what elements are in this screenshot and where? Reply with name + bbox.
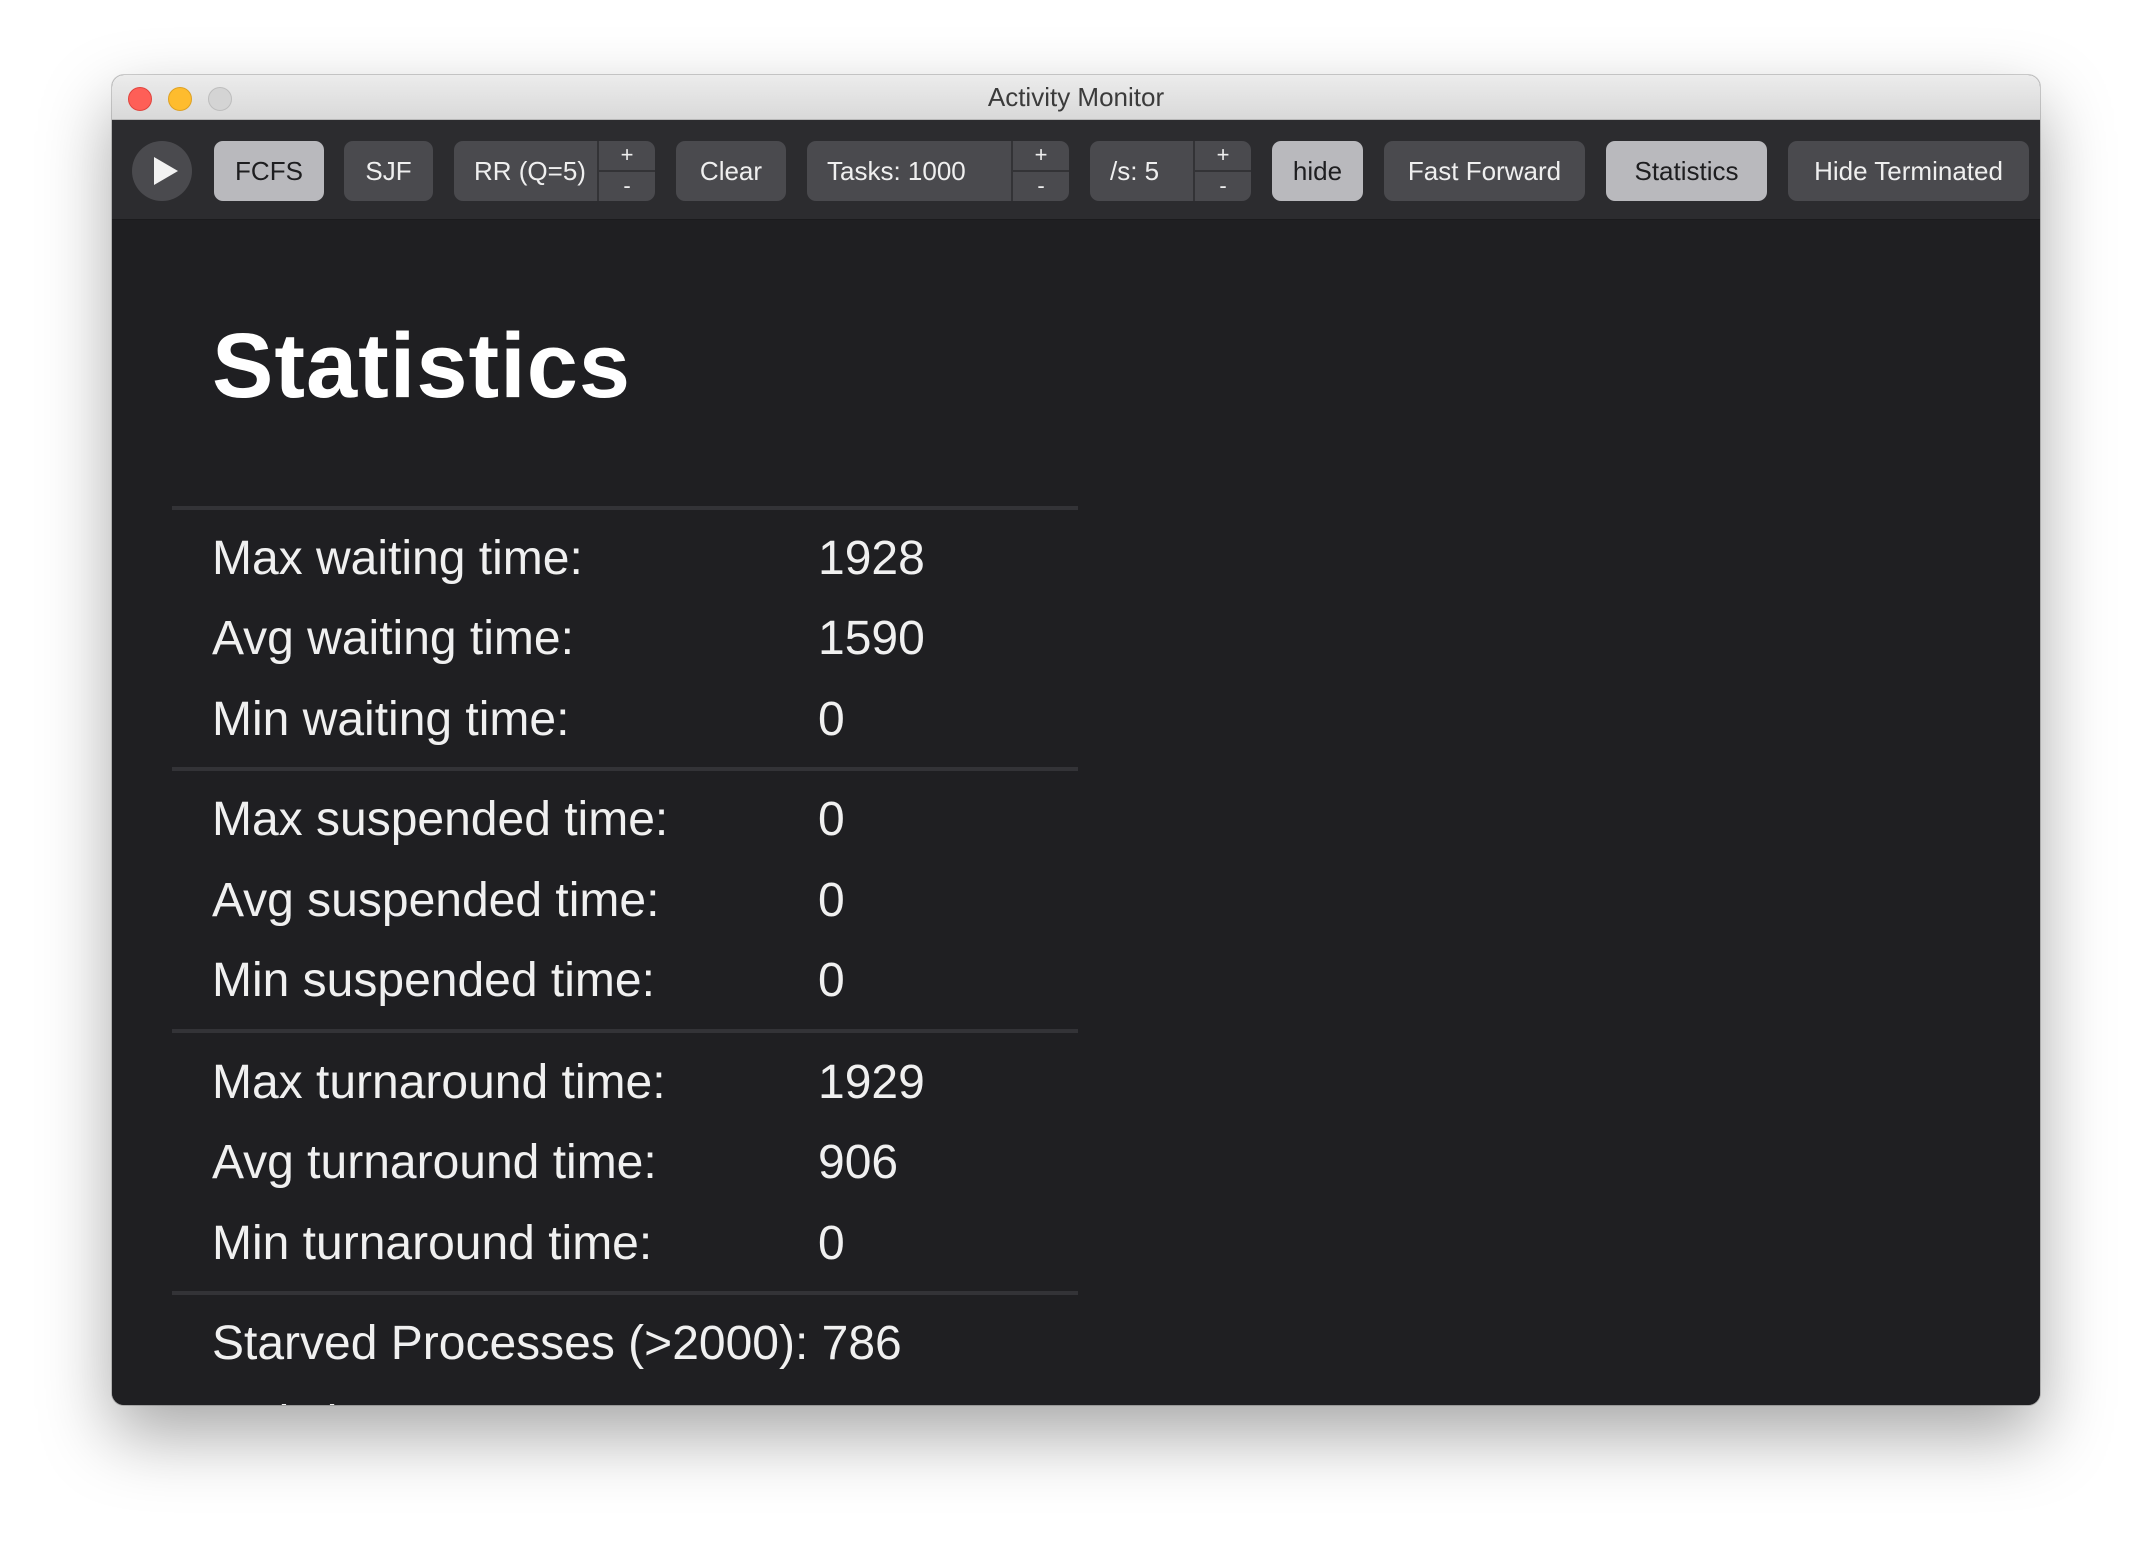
min-suspended-label: Min suspended time: — [212, 954, 655, 1007]
min-suspended-value: 0 — [818, 954, 845, 1007]
tasks-stepper-arrows: + - — [1011, 141, 1069, 201]
max-turnaround-label: Max turnaround time: — [212, 1056, 666, 1109]
rr-quantum-stepper: RR (Q=5) + - — [454, 141, 655, 201]
tasks-stepper: Tasks: 1000 + - — [807, 141, 1069, 201]
rr-button[interactable]: RR (Q=5) — [454, 141, 586, 201]
switches-stat: Switches: 214 — [212, 1394, 511, 1405]
max-suspended-value: 0 — [818, 793, 845, 846]
starved-processes-stat: Starved Processes (>2000): 786 — [212, 1317, 902, 1370]
title-bar: Activity Monitor — [112, 75, 2040, 120]
tasks-count-label: Tasks: 1000 — [827, 156, 966, 186]
statistics-heading: Statistics — [212, 315, 632, 417]
min-turnaround-value: 0 — [818, 1217, 845, 1270]
speed-decrement-button[interactable]: - — [1195, 172, 1251, 201]
avg-suspended-label: Avg suspended time: — [212, 874, 660, 927]
fcfs-button[interactable]: FCFS — [214, 141, 324, 201]
max-suspended-label: Max suspended time: — [212, 793, 669, 846]
section-divider — [172, 1291, 1078, 1295]
speed-label: /s: 5 — [1110, 156, 1160, 186]
app-window: Activity Monitor FCFS SJF RR (Q=5) + - C… — [112, 75, 2040, 1405]
min-waiting-value: 0 — [818, 693, 845, 746]
min-turnaround-label: Min turnaround time: — [212, 1217, 653, 1270]
play-icon — [154, 157, 178, 185]
section-divider — [172, 1029, 1078, 1033]
tasks-decrement-button[interactable]: - — [1013, 172, 1069, 201]
speed-stepper: /s: 5 + - — [1090, 141, 1251, 201]
hide-button[interactable]: hide — [1272, 141, 1363, 201]
avg-turnaround-value: 906 — [818, 1136, 899, 1189]
statistics-panel: Statistics Max waiting time: 1928 Avg wa… — [112, 220, 2040, 1405]
max-waiting-label: Max waiting time: — [212, 532, 583, 585]
hide-terminated-button[interactable]: Hide Terminated — [1788, 141, 2029, 201]
clear-button[interactable]: Clear — [676, 141, 786, 201]
sjf-button[interactable]: SJF — [344, 141, 433, 201]
avg-waiting-label: Avg waiting time: — [212, 612, 574, 665]
play-button[interactable] — [132, 141, 192, 201]
fast-forward-button[interactable]: Fast Forward — [1384, 141, 1585, 201]
section-divider — [172, 767, 1078, 771]
toolbar: FCFS SJF RR (Q=5) + - Clear Tasks: 1000 … — [112, 120, 2040, 220]
statistics-button[interactable]: Statistics — [1606, 141, 1767, 201]
max-waiting-value: 1928 — [818, 532, 925, 585]
avg-suspended-value: 0 — [818, 874, 845, 927]
max-turnaround-value: 1929 — [818, 1056, 925, 1109]
rr-increment-button[interactable]: + — [599, 141, 655, 172]
rr-stepper-arrows: + - — [597, 141, 655, 201]
avg-waiting-value: 1590 — [818, 612, 925, 665]
speed-stepper-arrows: + - — [1193, 141, 1251, 201]
speed-increment-button[interactable]: + — [1195, 141, 1251, 172]
window-title: Activity Monitor — [987, 82, 1165, 112]
tasks-increment-button[interactable]: + — [1013, 141, 1069, 172]
section-divider — [172, 506, 1078, 510]
min-waiting-label: Min waiting time: — [212, 693, 570, 746]
rr-decrement-button[interactable]: - — [599, 172, 655, 201]
avg-turnaround-label: Avg turnaround time: — [212, 1136, 657, 1189]
